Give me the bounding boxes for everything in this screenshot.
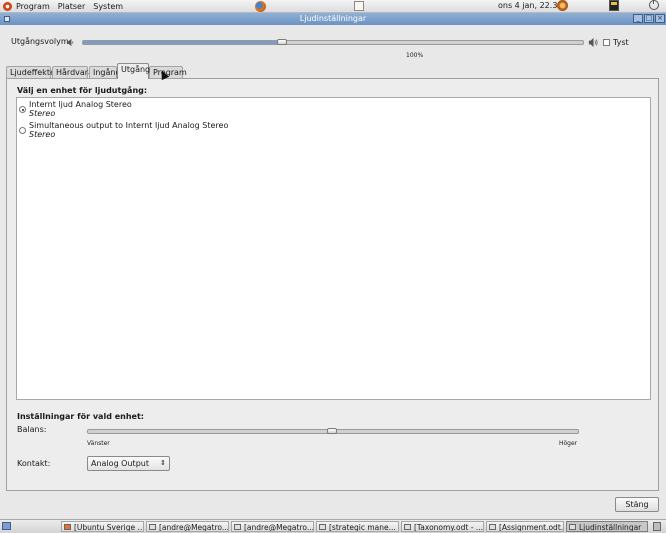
taskbar-label: [Ubuntu Sverige ... bbox=[74, 523, 144, 532]
taskbar-label: [andre@Megatro... bbox=[244, 523, 314, 532]
taskbar-item-active[interactable]: Ljudinställningar bbox=[566, 521, 648, 532]
document-window-icon bbox=[319, 524, 326, 530]
connector-select[interactable]: Analog Output ⇕ bbox=[87, 456, 170, 471]
device-settings-heading: Inställningar för vald enhet: bbox=[17, 412, 144, 421]
taskbar-item[interactable]: [strategic mane... bbox=[316, 521, 399, 532]
taskbar-label: Ljudinställningar bbox=[579, 523, 642, 532]
document-window-icon bbox=[404, 524, 411, 530]
device-title: Internt ljud Analog Stereo bbox=[29, 100, 132, 109]
device-radio-simultaneous[interactable] bbox=[19, 127, 26, 134]
document-window-icon bbox=[489, 524, 496, 530]
window-title: Ljudinställningar bbox=[299, 14, 367, 23]
volume-slider-thumb[interactable] bbox=[277, 39, 287, 45]
window-title-bar[interactable]: Ljudinställningar _ □ × bbox=[0, 13, 666, 25]
device-title: Simultaneous output to Internt ljud Anal… bbox=[29, 121, 229, 130]
device-subtitle: Stereo bbox=[29, 109, 56, 118]
menu-program[interactable]: Program bbox=[16, 2, 50, 11]
user-status-icon[interactable] bbox=[557, 0, 568, 11]
ubuntu-logo-icon[interactable] bbox=[3, 1, 12, 11]
terminal-window-icon bbox=[234, 524, 241, 530]
taskbar-item[interactable]: [Taxonomy.odt - ... bbox=[401, 521, 484, 532]
tab-utgang[interactable]: Utgång bbox=[117, 63, 150, 79]
close-window-icon[interactable]: × bbox=[655, 14, 665, 23]
taskbar-label: [andre@Megatro... bbox=[159, 523, 229, 532]
taskbar-item[interactable]: [andre@Megatro... bbox=[146, 521, 229, 532]
minimize-icon[interactable]: _ bbox=[633, 14, 643, 23]
mute-label[interactable]: Tyst bbox=[613, 38, 629, 47]
balance-label: Balans: bbox=[17, 425, 47, 434]
connector-selected-value: Analog Output bbox=[91, 459, 149, 468]
output-volume-label: Utgångsvolym: bbox=[11, 37, 72, 46]
taskbar-label: [Taxonomy.odt - ... bbox=[414, 523, 483, 532]
tab-hardvara[interactable]: Hårdvara bbox=[52, 66, 93, 78]
device-radio-internal[interactable] bbox=[19, 106, 26, 113]
output-device-list[interactable]: Internt ljud Analog Stereo Stereo Simult… bbox=[16, 97, 651, 400]
firefox-launcher-icon[interactable] bbox=[255, 1, 266, 12]
taskbar-item[interactable]: [Ubuntu Sverige ... bbox=[61, 521, 144, 532]
menu-platser[interactable]: Platser bbox=[58, 2, 85, 11]
volume-percent: 100% bbox=[406, 52, 424, 59]
panel-clock[interactable]: ons 4 jan, 22.36 bbox=[498, 1, 563, 10]
bottom-panel: [Ubuntu Sverige ... [andre@Megatro... [a… bbox=[0, 519, 666, 533]
connector-label: Kontakt: bbox=[17, 459, 51, 468]
system-tray-icon[interactable] bbox=[609, 0, 619, 11]
top-panel: Program Platser System ons 4 jan, 22.36 bbox=[0, 0, 666, 13]
window-menu-icon[interactable] bbox=[4, 16, 10, 22]
taskbar-label: [strategic mane... bbox=[329, 523, 396, 532]
taskbar-item[interactable]: [andre@Megatro... bbox=[231, 521, 314, 532]
balance-right-label: Höger bbox=[559, 440, 578, 447]
taskbar-label: [Assignment.odt... bbox=[499, 523, 564, 532]
output-device-heading: Välj en enhet för ljudutgång: bbox=[17, 86, 148, 95]
power-icon[interactable] bbox=[649, 0, 659, 10]
tab-ingang[interactable]: Ingång bbox=[89, 66, 121, 78]
combo-arrows-icon: ⇕ bbox=[160, 459, 166, 467]
close-button[interactable]: Stäng bbox=[615, 497, 659, 512]
trash-icon[interactable] bbox=[653, 522, 661, 531]
maximize-icon[interactable]: □ bbox=[644, 14, 654, 23]
menu-system[interactable]: System bbox=[93, 2, 123, 11]
balance-left-label: Vänster bbox=[87, 440, 110, 447]
output-volume-slider[interactable] bbox=[82, 40, 584, 45]
sound-window-icon bbox=[569, 524, 576, 530]
balance-slider-thumb[interactable] bbox=[327, 428, 337, 434]
taskbar-item[interactable]: [Assignment.odt... bbox=[486, 521, 564, 532]
speaker-low-icon bbox=[66, 38, 74, 47]
mute-checkbox[interactable] bbox=[603, 39, 610, 46]
show-desktop-icon[interactable] bbox=[2, 522, 11, 530]
terminal-window-icon bbox=[149, 524, 156, 530]
volume-slider-fill bbox=[83, 41, 283, 44]
device-subtitle: Stereo bbox=[29, 130, 56, 139]
notes-applet-icon[interactable] bbox=[354, 1, 364, 11]
browser-window-icon bbox=[64, 524, 71, 530]
speaker-high-icon bbox=[588, 37, 598, 48]
tab-ljudeffekter[interactable]: Ljudeffekter bbox=[6, 66, 58, 78]
